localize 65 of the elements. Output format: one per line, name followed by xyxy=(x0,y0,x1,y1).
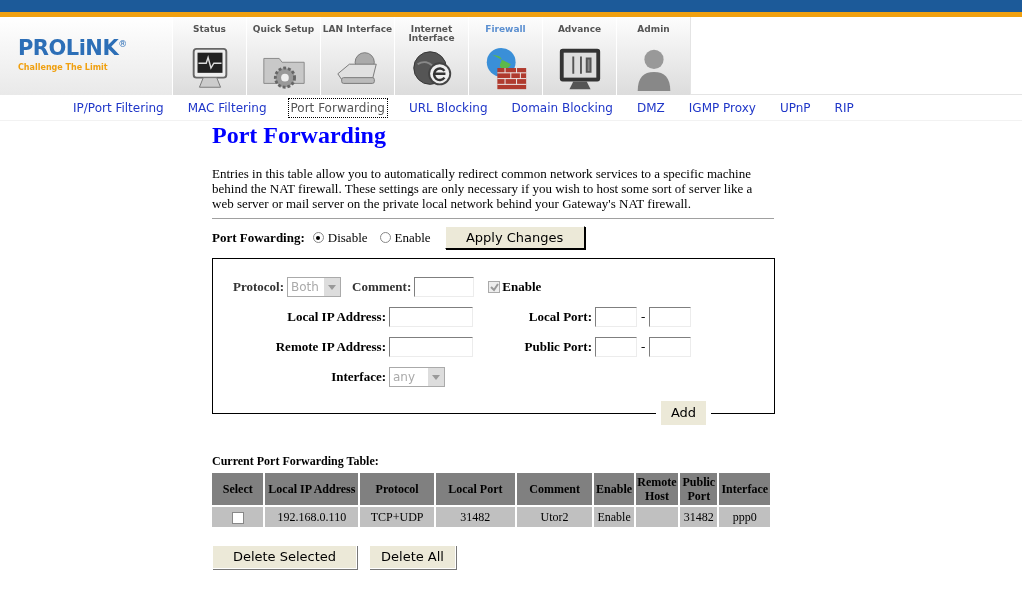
radio-button[interactable] xyxy=(312,232,324,243)
subnav-link[interactable]: Domain Blocking xyxy=(508,97,616,118)
column-header: Comment xyxy=(516,473,593,505)
column-header: Protocol xyxy=(360,473,434,505)
text-field[interactable] xyxy=(389,307,473,327)
nav-tab[interactable]: Quick Setup xyxy=(246,17,320,95)
registered-mark: ® xyxy=(118,38,128,49)
field-label: Public Port: xyxy=(523,338,593,357)
brand-logo: PROLiNK xyxy=(18,38,119,59)
table-cell: ppp0 xyxy=(719,507,770,527)
field-label: Protocol: xyxy=(233,278,285,297)
field-label: Remote IP Address: xyxy=(274,338,387,357)
table-action-button[interactable]: Delete Selected xyxy=(212,545,357,569)
dropdown-icon xyxy=(328,284,337,290)
table-cell: Enable xyxy=(594,507,634,527)
apply-button[interactable]: Apply Changes xyxy=(444,226,585,249)
field-label: Interface: xyxy=(330,368,387,387)
nav-tab[interactable]: Status xyxy=(172,17,246,95)
nav-tab[interactable]: Admin xyxy=(616,17,690,95)
text-field[interactable] xyxy=(389,337,473,357)
subnav-link[interactable]: MAC Filtering xyxy=(184,97,270,118)
subnav-link[interactable]: IGMP Proxy xyxy=(685,97,759,118)
field-label: Local IP Address: xyxy=(286,308,387,327)
port-field[interactable] xyxy=(595,307,637,327)
field-label: Comment: xyxy=(352,278,412,297)
column-header: Enable xyxy=(594,473,634,505)
subnav-link[interactable]: UPnP xyxy=(776,97,814,118)
field-label: Local Port: xyxy=(527,308,593,327)
subnav-link[interactable]: IP/Port Filtering xyxy=(70,97,167,118)
subnav-link[interactable]: DMZ xyxy=(634,97,668,118)
port-field[interactable] xyxy=(595,337,637,357)
subnav-link[interactable]: RIP xyxy=(831,97,857,118)
subnav-link[interactable]: Port Forwarding xyxy=(287,97,388,118)
column-header: Interface xyxy=(719,473,770,505)
port-field[interactable] xyxy=(649,307,692,327)
radio-button[interactable] xyxy=(379,232,391,243)
column-header: Local IP Address xyxy=(265,473,359,505)
port-field[interactable] xyxy=(649,337,692,357)
checkbox-label: Enable xyxy=(502,278,542,297)
table-cell: 31482 xyxy=(436,507,515,527)
table-title: Current Port Forwarding Table: xyxy=(212,453,380,470)
table-action-button[interactable]: Delete All xyxy=(369,545,456,569)
table-cell: 192.168.0.110 xyxy=(265,507,359,527)
column-header: Remote Host xyxy=(635,473,679,505)
table-cell: Utor2 xyxy=(516,507,593,527)
column-header: Local Port xyxy=(436,473,515,505)
brand-tagline: Challenge The Limit xyxy=(18,62,109,74)
dropdown-icon xyxy=(432,374,440,380)
nav-tab[interactable]: Internet Interface xyxy=(394,17,468,95)
nav-tab[interactable]: LAN Interface xyxy=(320,17,394,95)
column-header: Select xyxy=(212,473,264,505)
subnav-link[interactable]: URL Blocking xyxy=(405,97,491,118)
setting-label: Port Fowarding: xyxy=(212,228,305,247)
nav-tab[interactable]: Advance xyxy=(542,17,616,95)
table-cell: TCP+UDP xyxy=(360,507,434,527)
comment-field[interactable] xyxy=(414,277,475,297)
page-title: Port Forwarding xyxy=(212,122,387,148)
checkbox[interactable] xyxy=(231,512,244,525)
table-cell: 31482 xyxy=(680,507,718,527)
radio-label: Enable xyxy=(394,228,431,247)
column-header: Public Port xyxy=(680,473,718,505)
description-text: Entries in this table allow you to automatically redirect common network services to a specific machine behind the NAT firewall. These settings are only necessary if you wish to host some sort of server like a web server or mail server on the private local network behind your Gateway's NAT firewall. xyxy=(212,166,754,211)
radio-label: Disable xyxy=(327,228,368,247)
range-separator: - xyxy=(641,338,646,357)
range-separator: - xyxy=(641,308,646,327)
